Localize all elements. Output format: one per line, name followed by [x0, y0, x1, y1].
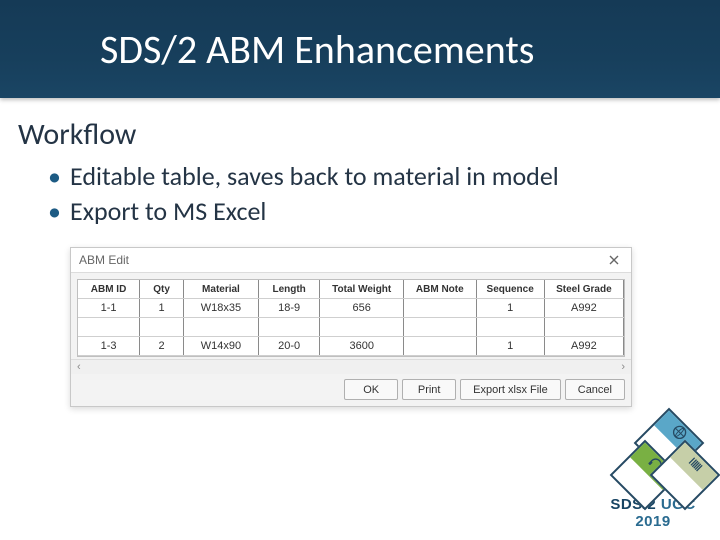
cell-sequence[interactable]: 1: [476, 299, 544, 318]
dialog-titlebar: ABM Edit: [71, 248, 631, 273]
slide-content: Workflow Editable table, saves back to m…: [0, 98, 720, 407]
dialog-title: ABM Edit: [79, 253, 129, 267]
scroll-left-icon[interactable]: ‹: [77, 362, 81, 373]
cell-sequence[interactable]: 1: [476, 337, 544, 356]
section-heading: Workflow: [18, 116, 690, 153]
dialog-button-row: OK Print Export xlsx File Cancel: [71, 374, 631, 406]
col-length[interactable]: Length: [258, 280, 320, 299]
close-icon[interactable]: [605, 251, 623, 269]
barcode-icon: [684, 453, 707, 476]
col-material[interactable]: Material: [184, 280, 259, 299]
cell-steel-grade[interactable]: A992: [544, 299, 623, 318]
col-qty[interactable]: Qty: [140, 280, 184, 299]
col-sequence[interactable]: Sequence: [476, 280, 544, 299]
scroll-right-icon[interactable]: ›: [621, 362, 625, 373]
col-total-weight[interactable]: Total Weight: [320, 280, 404, 299]
cell-abm-id[interactable]: 1-3: [78, 337, 140, 356]
scrollbar[interactable]: ‹ ›: [71, 359, 631, 374]
col-steel-grade[interactable]: Steel Grade: [544, 280, 623, 299]
table-row[interactable]: 1-1 1 W18x35 18-9 656 1 A992: [78, 299, 624, 318]
bullet-list: Editable table, saves back to material i…: [48, 159, 690, 229]
cell-abm-id[interactable]: 1-1: [78, 299, 140, 318]
event-logo: SDS/2 UGC 2019: [594, 414, 712, 530]
table-row[interactable]: 1-3 2 W14x90 20-0 3600 1 A992: [78, 337, 624, 356]
ok-button[interactable]: OK: [344, 379, 398, 400]
cancel-button[interactable]: Cancel: [565, 379, 625, 400]
export-xlsx-button[interactable]: Export xlsx File: [460, 379, 561, 400]
cell-qty[interactable]: 2: [140, 337, 184, 356]
cell-length[interactable]: 20-0: [258, 337, 320, 356]
cell-abm-note[interactable]: [404, 299, 477, 318]
bullet-item: Export to MS Excel: [48, 194, 690, 229]
slide-title: SDS/2 ABM Enhancements: [100, 25, 534, 74]
col-abm-note[interactable]: ABM Note: [404, 280, 477, 299]
cell-length[interactable]: 18-9: [258, 299, 320, 318]
print-button[interactable]: Print: [402, 379, 456, 400]
cell-material[interactable]: W14x90: [184, 337, 259, 356]
abm-table[interactable]: ABM ID Qty Material Length Total Weight …: [77, 279, 625, 357]
globe-icon: [668, 421, 691, 444]
cell-total-weight[interactable]: 656: [320, 299, 404, 318]
table-row-spacer: [78, 318, 624, 337]
cell-abm-note[interactable]: [404, 337, 477, 356]
cell-total-weight[interactable]: 3600: [320, 337, 404, 356]
bullet-item: Editable table, saves back to material i…: [48, 159, 690, 194]
cell-steel-grade[interactable]: A992: [544, 337, 623, 356]
cell-material[interactable]: W18x35: [184, 299, 259, 318]
logo-hexes: [594, 414, 712, 492]
table-header-row: ABM ID Qty Material Length Total Weight …: [78, 280, 624, 299]
abm-edit-dialog: ABM Edit ABM ID Qty Material Length Tota: [70, 247, 632, 407]
cell-qty[interactable]: 1: [140, 299, 184, 318]
col-abm-id[interactable]: ABM ID: [78, 280, 140, 299]
title-bar: SDS/2 ABM Enhancements: [0, 0, 720, 98]
